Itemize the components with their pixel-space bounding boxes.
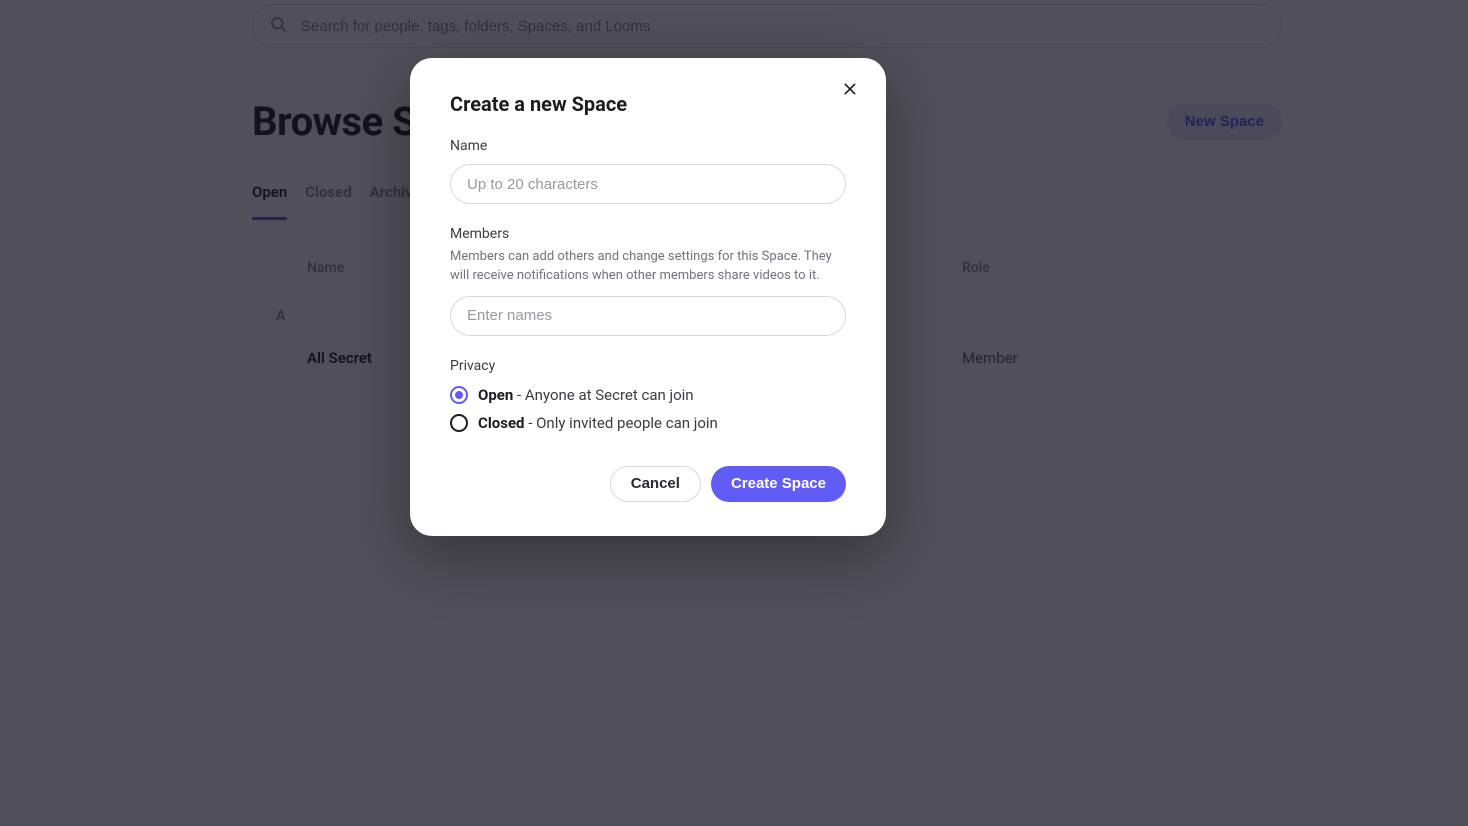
radio-icon xyxy=(450,386,468,404)
modal-title: Create a new Space xyxy=(450,92,846,116)
privacy-option-closed[interactable]: Closed - Only invited people can join xyxy=(450,414,846,432)
create-space-modal: Create a new Space Name Members Members … xyxy=(410,58,886,536)
privacy-radio-group: Open - Anyone at Secret can join Closed … xyxy=(450,386,846,432)
name-label: Name xyxy=(450,138,846,154)
members-label: Members xyxy=(450,226,846,242)
close-icon xyxy=(842,81,858,100)
close-button[interactable] xyxy=(836,76,864,104)
name-input[interactable] xyxy=(450,164,846,204)
modal-overlay[interactable]: Create a new Space Name Members Members … xyxy=(0,0,1468,826)
privacy-option-open[interactable]: Open - Anyone at Secret can join xyxy=(450,386,846,404)
members-input[interactable] xyxy=(450,296,846,336)
privacy-option-label: Closed - Only invited people can join xyxy=(478,414,718,432)
modal-actions: Cancel Create Space xyxy=(450,466,846,502)
privacy-label: Privacy xyxy=(450,358,846,374)
privacy-option-label: Open - Anyone at Secret can join xyxy=(478,386,694,404)
members-help-text: Members can add others and change settin… xyxy=(450,248,846,286)
radio-icon xyxy=(450,414,468,432)
cancel-button[interactable]: Cancel xyxy=(610,466,701,502)
create-space-button[interactable]: Create Space xyxy=(711,466,846,502)
